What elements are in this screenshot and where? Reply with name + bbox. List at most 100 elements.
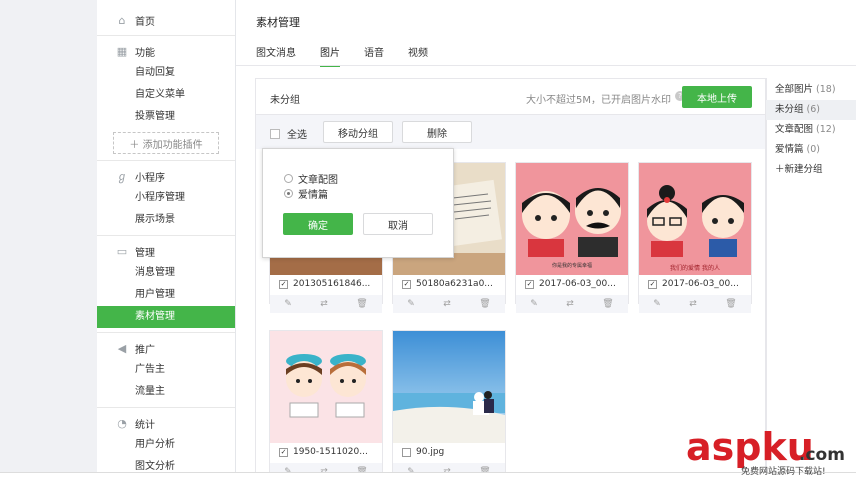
sidebar-item-publisher[interactable]: 流量主	[97, 381, 235, 403]
tab-video[interactable]: 视频	[408, 44, 428, 67]
tab-articles[interactable]: 图文消息	[256, 44, 296, 67]
image-checkbox[interactable]: ✓	[525, 279, 534, 289]
image-thumbnail[interactable]: 你是我的专属幸福	[516, 163, 628, 275]
divider	[97, 160, 235, 161]
new-group-button[interactable]: ＋新建分组	[766, 160, 856, 180]
trash-icon[interactable]: 🗑	[479, 299, 490, 309]
add-plugin-button[interactable]: ＋ 添加功能插件	[113, 132, 219, 154]
confirm-button[interactable]: 确定	[283, 213, 353, 235]
group-name: 爱情篇	[775, 144, 804, 155]
delete-button[interactable]: 删除	[402, 121, 472, 143]
trash-icon[interactable]: 🗑	[602, 299, 613, 309]
watermark-logo: aspku .com 免费网站源码下载站!	[686, 425, 845, 477]
move-icon[interactable]: ⇄	[320, 299, 328, 309]
current-group-name: 未分组	[270, 95, 300, 106]
image-checkbox[interactable]: ✓	[648, 279, 657, 289]
picture-caption: 我们的爱情 我的人	[670, 264, 720, 272]
upload-button[interactable]: 本地上传	[682, 86, 752, 108]
group-count: (18)	[816, 84, 836, 95]
edit-icon[interactable]: ✎	[653, 299, 661, 309]
folder-icon: ▭	[116, 244, 128, 258]
sidebar-item-scenes[interactable]: 展示场景	[97, 209, 235, 231]
tab-images[interactable]: 图片	[320, 44, 340, 67]
trash-icon[interactable]: 🗑	[725, 299, 736, 309]
select-all[interactable]: 全选	[270, 126, 307, 141]
image-card[interactable]: 90.jpg ✎⇄🗑	[392, 330, 506, 481]
panel-header: 未分组 大小不超过5M，已开启图片水印 ? 本地上传	[256, 79, 766, 115]
cancel-button[interactable]: 取消	[363, 213, 433, 235]
image-thumbnail[interactable]: 我们的爱情 我的人	[639, 163, 751, 275]
edit-icon[interactable]: ✎	[284, 299, 292, 309]
group-option-love[interactable]: 爱情篇	[284, 186, 328, 201]
divider	[97, 407, 235, 408]
sidebar-home-label: 首页	[135, 16, 155, 28]
section-title: 小程序	[135, 172, 165, 184]
image-filename: 50180a6231a0...	[416, 279, 493, 289]
image-name: ✓ 201305161846...	[279, 279, 379, 289]
image-checkbox[interactable]	[402, 447, 411, 457]
sidebar-item-miniprogram-manage[interactable]: 小程序管理	[97, 187, 235, 209]
section-title: 管理	[135, 247, 155, 259]
divider	[97, 35, 235, 36]
grid-icon: ▦	[116, 44, 128, 58]
group-item-love[interactable]: 爱情篇 (0)	[766, 140, 856, 160]
home-icon: ⌂	[118, 13, 126, 27]
edit-icon[interactable]: ✎	[530, 299, 538, 309]
image-actions: ✎ ⇄ 🗑	[639, 295, 751, 313]
action-bar: 全选 移动分组 删除	[256, 115, 766, 149]
sidebar-item-custom-menu[interactable]: 自定义菜单	[97, 84, 235, 106]
image-name: ✓ 2017-06-03_00...	[648, 279, 748, 289]
image-filename: 1950-1511020...	[293, 447, 368, 457]
group-item-ungrouped[interactable]: 未分组 (6)	[766, 100, 856, 120]
left-gutter	[0, 0, 97, 472]
image-thumbnail[interactable]	[270, 331, 382, 443]
image-filename: 2017-06-03_00...	[539, 279, 616, 289]
sidebar-item-auto-reply[interactable]: 自动回复	[97, 62, 235, 84]
sidebar-item-advertiser[interactable]: 广告主	[97, 359, 235, 381]
divider	[97, 332, 235, 333]
move-icon[interactable]: ⇄	[689, 299, 697, 309]
image-name: ✓ 1950-1511020...	[279, 447, 379, 457]
image-card[interactable]: 你是我的专属幸福 ✓ 2017-06-03_00... ✎ ⇄ 🗑	[515, 162, 629, 313]
group-name: 全部图片	[775, 84, 814, 95]
move-group-button[interactable]: 移动分组	[323, 121, 393, 143]
image-thumbnail[interactable]	[393, 331, 505, 443]
sidebar-section-promote: ◀ 推广	[97, 337, 235, 359]
radio-button[interactable]	[284, 189, 293, 198]
sidebar-item-vote[interactable]: 投票管理	[97, 106, 235, 128]
edit-icon[interactable]: ✎	[407, 299, 415, 309]
section-title: 功能	[135, 47, 155, 59]
move-icon[interactable]: ⇄	[443, 299, 451, 309]
image-name: ✓ 2017-06-03_00...	[525, 279, 625, 289]
sidebar-item-user-analysis[interactable]: 用户分析	[97, 434, 235, 456]
image-card[interactable]: 我们的爱情 我的人 ✓ 2017-06-03_00... ✎ ⇄ 🗑	[638, 162, 752, 313]
tab-voice[interactable]: 语音	[364, 44, 384, 67]
group-item-article[interactable]: 文章配图 (12)	[766, 120, 856, 140]
image-checkbox[interactable]: ✓	[279, 447, 288, 457]
group-list: 全部图片 (18) 未分组 (6) 文章配图 (12) 爱情篇 (0) ＋新建分…	[765, 78, 856, 472]
image-checkbox[interactable]: ✓	[402, 279, 411, 289]
group-count: (12)	[816, 124, 836, 135]
sidebar-home[interactable]: ⌂ 首页	[97, 9, 235, 31]
trash-icon[interactable]: 🗑	[356, 299, 367, 309]
move-group-popover: 文章配图 爱情篇 确定 取消	[262, 148, 454, 258]
sidebar-section-manage: ▭ 管理	[97, 240, 235, 262]
group-option-label: 文章配图	[298, 175, 338, 186]
group-item-all[interactable]: 全部图片 (18)	[766, 80, 856, 100]
group-option-article[interactable]: 文章配图	[284, 171, 338, 186]
radio-button[interactable]	[284, 174, 293, 183]
move-icon[interactable]: ⇄	[566, 299, 574, 309]
sidebar-item-users[interactable]: 用户管理	[97, 284, 235, 306]
image-checkbox[interactable]: ✓	[279, 279, 288, 289]
megaphone-icon: ◀	[117, 341, 127, 355]
select-all-checkbox[interactable]	[270, 128, 280, 139]
section-title: 统计	[135, 419, 155, 431]
image-filename: 90.jpg	[416, 447, 445, 457]
sidebar-section-function: ▦ 功能	[97, 40, 235, 62]
upload-hint: 大小不超过5M，已开启图片水印	[526, 95, 671, 106]
group-count: (0)	[806, 144, 821, 155]
image-card[interactable]: ✓1950-1511020... ✎⇄🗑	[269, 330, 383, 481]
sidebar-item-materials[interactable]: 素材管理	[97, 306, 235, 328]
sidebar-item-messages[interactable]: 消息管理	[97, 262, 235, 284]
divider	[97, 235, 235, 236]
